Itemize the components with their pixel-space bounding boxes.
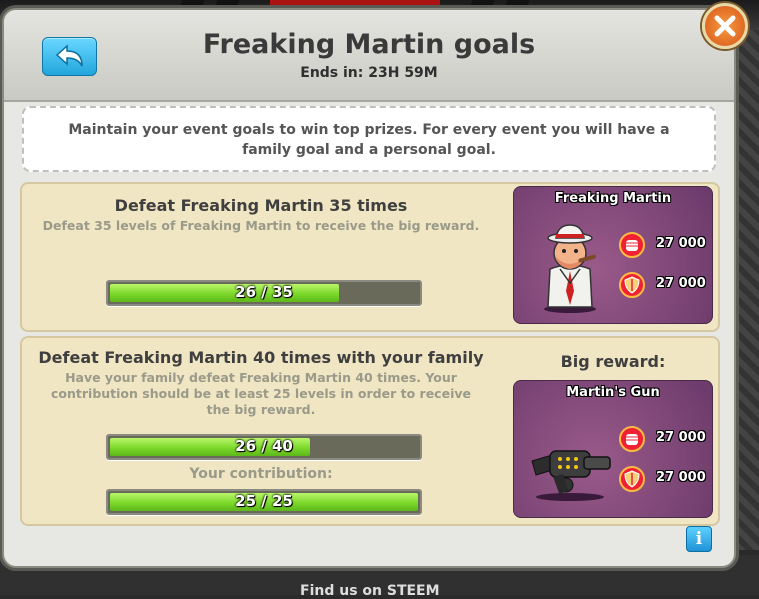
back-arrow-icon	[55, 44, 83, 67]
footer-link[interactable]: Find us on STEEM	[300, 583, 440, 599]
intro-box: Maintain your event goals to win top pri…	[22, 106, 716, 172]
fist-power-icon	[619, 426, 645, 452]
family-goal-title: Defeat Freaking Martin 40 times with you…	[38, 348, 484, 367]
family-reward-box[interactable]: Martin's Gun 27 000 27 000	[513, 380, 713, 518]
personal-reward-name: Freaking Martin	[554, 191, 672, 206]
personal-goal-title: Defeat Freaking Martin 35 times	[114, 196, 408, 215]
personal-progress-text: 26 / 35	[235, 283, 293, 301]
contribution-progress-bar: 25 / 25	[106, 489, 422, 515]
personal-reward-box[interactable]: Freaking Martin 27 000 27 000	[513, 186, 713, 324]
info-icon: i	[695, 529, 703, 549]
goals-dialog: Freaking Martin goals Ends in: 23H 59M M…	[2, 8, 736, 568]
family-attack-value: 27 000	[656, 430, 706, 445]
family-defense-value: 27 000	[656, 470, 706, 485]
close-icon	[714, 15, 736, 37]
intro-text: Maintain your event goals to win top pri…	[68, 122, 670, 158]
mobster-character-icon	[544, 224, 596, 313]
family-progress-bar: 26 / 40	[106, 434, 422, 460]
personal-attack-value: 27 000	[656, 236, 706, 251]
personal-progress-bar: 26 / 35	[106, 280, 422, 306]
info-button[interactable]: i	[686, 526, 712, 552]
family-progress-text: 26 / 40	[235, 437, 293, 455]
contribution-progress-text: 25 / 25	[235, 492, 293, 510]
family-reward-name: Martin's Gun	[566, 385, 660, 400]
personal-goal-description: Defeat 35 levels of Freaking Martin to r…	[42, 218, 480, 233]
big-reward-label: Big reward:	[560, 352, 666, 371]
dialog-title: Freaking Martin goals	[202, 29, 536, 60]
shield-defense-icon	[619, 272, 645, 298]
personal-goal-card: Defeat Freaking Martin 35 times Defeat 3…	[20, 182, 720, 332]
family-goal-description: Have your family defeat Freaking Martin …	[51, 370, 471, 417]
personal-reward-defense: 27 000	[618, 271, 710, 299]
personal-defense-value: 27 000	[656, 276, 706, 291]
family-goal-card: Defeat Freaking Martin 40 times with you…	[20, 336, 720, 526]
personal-reward-attack: 27 000	[618, 231, 710, 259]
gatling-gun-icon	[531, 450, 611, 501]
contribution-label: Your contribution:	[189, 466, 333, 482]
close-button[interactable]	[702, 3, 748, 49]
family-reward-attack: 27 000	[618, 425, 710, 453]
back-button[interactable]	[42, 37, 97, 76]
family-reward-defense: 27 000	[618, 465, 710, 493]
event-timer: Ends in: 23H 59M	[300, 65, 438, 81]
shield-defense-icon	[619, 466, 645, 492]
dialog-header: Freaking Martin goals Ends in: 23H 59M	[4, 10, 734, 102]
fist-power-icon	[619, 232, 645, 258]
